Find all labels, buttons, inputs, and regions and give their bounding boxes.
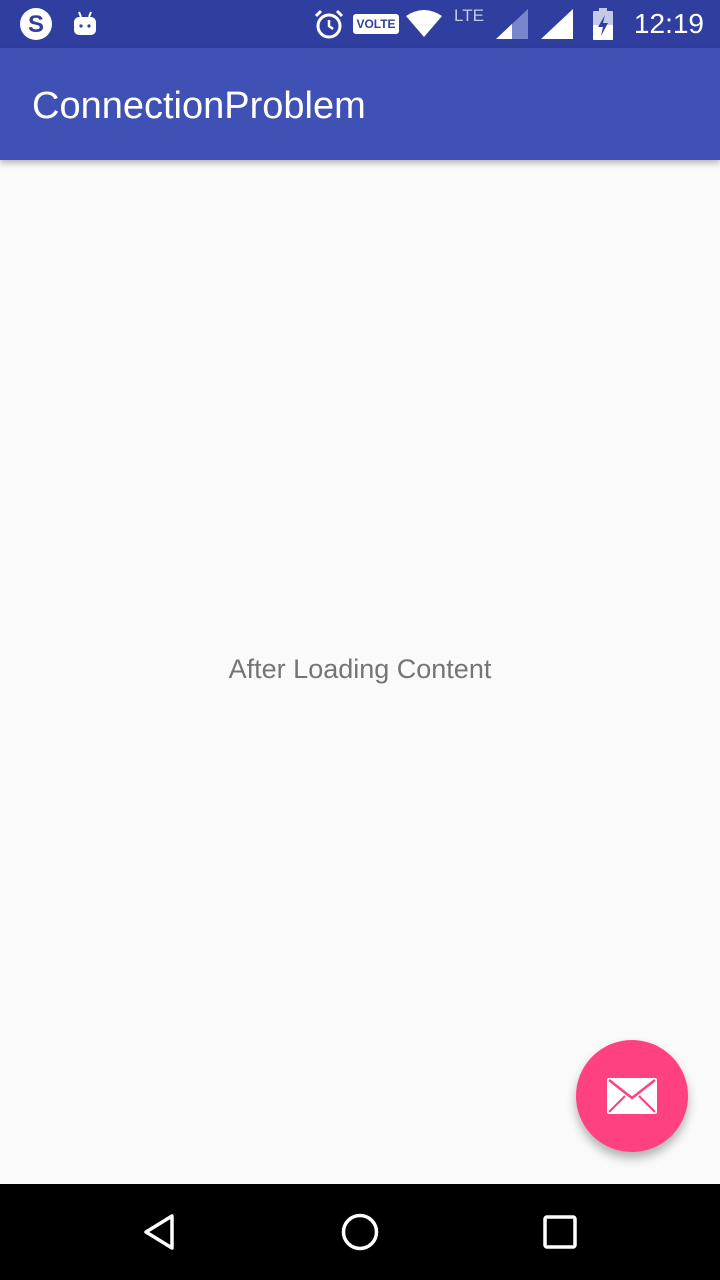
back-button[interactable] [100,1184,220,1280]
content-message: After Loading Content [228,654,492,684]
lte-signal-icon: LTE [452,0,530,48]
svg-text:S: S [28,11,44,38]
app-bar: ConnectionProblem [0,48,720,160]
page-title: ConnectionProblem [32,85,366,127]
android-icon [70,0,100,48]
battery-charging-icon [590,0,616,48]
home-icon [340,1212,380,1252]
signal-icon [540,0,574,48]
status-time: 12:19 [633,8,704,39]
status-bar: S VOLTE LTE 12:19 [0,0,720,48]
recents-button[interactable] [500,1184,620,1280]
compose-mail-button[interactable] [576,1040,688,1152]
mail-icon [606,1077,658,1115]
volte-icon: VOLTE [352,0,400,48]
lte-label: LTE [454,6,484,25]
volte-label: VOLTE [353,14,399,34]
recents-icon [542,1214,578,1250]
home-button[interactable] [300,1184,420,1280]
alarm-icon [312,0,346,48]
back-icon [140,1212,180,1252]
wifi-icon [404,0,444,48]
navigation-bar [0,1184,720,1280]
skype-icon: S [16,0,56,48]
